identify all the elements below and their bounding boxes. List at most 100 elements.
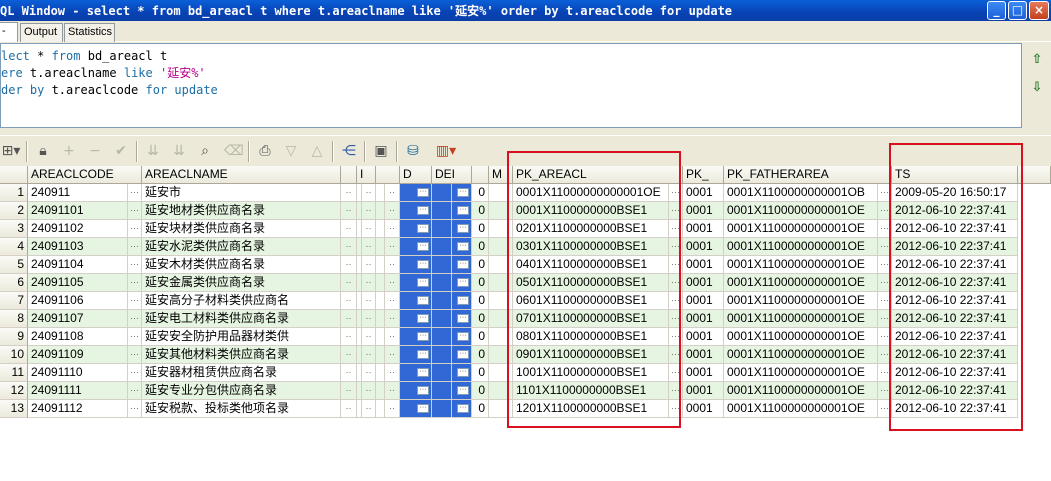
cell-ellipsis-button[interactable]: ·· <box>362 220 376 238</box>
cell-pk-fatherarea[interactable]: 0001X1100000000001OB <box>724 184 878 202</box>
cell-ellipsis-button[interactable]: ·· <box>341 274 357 292</box>
cell-ellipsis-button[interactable]: ·· <box>385 202 400 220</box>
row-number[interactable]: 13 <box>0 400 28 418</box>
cell-pk-fatherarea[interactable]: 0001X1100000000001OE <box>724 256 878 274</box>
cell-edit-button[interactable]: ··· <box>457 404 469 413</box>
cell-ellipsis-button[interactable]: ·· <box>362 202 376 220</box>
move-down-icon[interactable]: ⇩ <box>1030 81 1044 95</box>
cell-edit-button[interactable]: ··· <box>417 332 429 341</box>
cell-areaclcode[interactable]: 24091111 <box>28 382 128 400</box>
cell-ellipsis-button[interactable]: ··· <box>128 274 142 292</box>
cell-edit-button[interactable]: ··· <box>417 368 429 377</box>
cell-blank[interactable] <box>489 400 513 418</box>
cell-pk-areacl[interactable]: 0801X1100000000BSE1 <box>513 328 669 346</box>
cell-areaclcode[interactable]: 24091104 <box>28 256 128 274</box>
cell-ts[interactable]: 2012-06-10 22:37:41 <box>892 310 1018 328</box>
down-double-icon[interactable]: ⇊ <box>170 142 188 160</box>
cell-areaclcode[interactable]: 24091109 <box>28 346 128 364</box>
cell-m[interactable]: 0 <box>472 292 489 310</box>
cell-ellipsis-button[interactable]: ··· <box>878 346 892 364</box>
cell-ellipsis-button[interactable]: ··· <box>878 364 892 382</box>
cell-dei[interactable] <box>432 238 452 256</box>
cell-areaclcode[interactable]: 24091102 <box>28 220 128 238</box>
cell-blank[interactable] <box>376 382 385 400</box>
cell-edit-button[interactable]: ··· <box>417 206 429 215</box>
cell-blank[interactable] <box>489 328 513 346</box>
cell-ellipsis-button[interactable]: ··· <box>128 364 142 382</box>
row-number[interactable]: 11 <box>0 364 28 382</box>
cell-pk-areacl[interactable]: 0501X1100000000BSE1 <box>513 274 669 292</box>
cell-areaclname[interactable]: 延安水泥类供应商名录 <box>142 238 341 256</box>
row-number[interactable]: 6 <box>0 274 28 292</box>
cell-d[interactable]: ··· <box>400 364 432 382</box>
cell-pk-fatherarea[interactable]: 0001X1100000000001OE <box>724 220 878 238</box>
cell-ellipsis-button[interactable]: ·· <box>385 364 400 382</box>
cell-pk[interactable]: 0001 <box>683 274 724 292</box>
cell-pk-fatherarea[interactable]: 0001X1100000000001OE <box>724 400 878 418</box>
cell-ellipsis-button[interactable]: ··· <box>669 346 683 364</box>
col-header-d[interactable]: D <box>400 166 432 184</box>
row-number[interactable]: 12 <box>0 382 28 400</box>
up-arrow-icon[interactable]: △ <box>308 142 326 160</box>
cell-dei-button[interactable]: ··· <box>452 292 472 310</box>
cell-ellipsis-button[interactable]: ··· <box>878 256 892 274</box>
cell-ellipsis-button[interactable]: ·· <box>341 202 357 220</box>
cell-edit-button[interactable]: ··· <box>457 386 469 395</box>
cell-areaclname[interactable]: 延安木材类供应商名录 <box>142 256 341 274</box>
row-number[interactable]: 5 <box>0 256 28 274</box>
cell-areaclname[interactable]: 延安专业分包供应商名录 <box>142 382 341 400</box>
cell-ellipsis-button[interactable]: ·· <box>341 346 357 364</box>
cell-pk-fatherarea[interactable]: 0001X1100000000001OE <box>724 274 878 292</box>
cell-ts[interactable]: 2012-06-10 22:37:41 <box>892 382 1018 400</box>
cell-areaclcode[interactable]: 24091107 <box>28 310 128 328</box>
cell-areaclcode[interactable]: 24091112 <box>28 400 128 418</box>
cell-ellipsis-button[interactable]: ·· <box>362 256 376 274</box>
cell-ellipsis-button[interactable]: ·· <box>385 292 400 310</box>
col-header-blank3[interactable] <box>472 166 489 184</box>
cell-ellipsis-button[interactable]: ··· <box>669 220 683 238</box>
cell-m[interactable]: 0 <box>472 256 489 274</box>
cell-areaclcode[interactable]: 24091108 <box>28 328 128 346</box>
cell-pk-areacl[interactable]: 0001X1100000000BSE1 <box>513 202 669 220</box>
table-row[interactable]: 4 24091103 ··· 延安水泥类供应商名录 ·· ·· ·· ··· ··· 0 0301X… <box>0 238 1051 256</box>
cell-pk[interactable]: 0001 <box>683 220 724 238</box>
cell-dei[interactable] <box>432 292 452 310</box>
cell-areaclcode[interactable]: 240911 <box>28 184 128 202</box>
cell-ellipsis-button[interactable]: ·· <box>385 238 400 256</box>
col-header-blank2[interactable] <box>376 166 400 184</box>
cell-ellipsis-button[interactable]: ·· <box>341 328 357 346</box>
cell-edit-button[interactable]: ··· <box>417 314 429 323</box>
header-corner[interactable] <box>0 166 28 184</box>
cell-dei-button[interactable]: ··· <box>452 220 472 238</box>
cell-d[interactable]: ··· <box>400 256 432 274</box>
cell-blank[interactable] <box>376 184 385 202</box>
cell-areaclname[interactable]: 延安块材类供应商名录 <box>142 220 341 238</box>
cell-areaclname[interactable]: 延安安全防护用品器材类供 <box>142 328 341 346</box>
plus-icon[interactable]: + <box>60 142 78 160</box>
cell-pk-areacl[interactable]: 0301X1100000000BSE1 <box>513 238 669 256</box>
down-arrow-icon[interactable]: ▽ <box>282 142 300 160</box>
cell-areaclname[interactable]: 延安金属类供应商名录 <box>142 274 341 292</box>
table-row[interactable]: 7 24091106 ··· 延安高分子材料类供应商名 ·· ·· ·· ··· ··· 0 060… <box>0 292 1051 310</box>
cell-ellipsis-button[interactable]: ··· <box>128 184 142 202</box>
cell-pk[interactable]: 0001 <box>683 400 724 418</box>
table-row[interactable]: 9 24091108 ··· 延安安全防护用品器材类供 ·· ·· ·· ··· ··· 0 080… <box>0 328 1051 346</box>
cell-d[interactable]: ··· <box>400 382 432 400</box>
tab-output[interactable]: Output <box>20 23 63 42</box>
cell-ellipsis-button[interactable]: ·· <box>341 184 357 202</box>
cell-edit-button[interactable]: ··· <box>417 224 429 233</box>
row-number[interactable]: 7 <box>0 292 28 310</box>
cell-m[interactable]: 0 <box>472 220 489 238</box>
cell-ellipsis-button[interactable]: ··· <box>878 310 892 328</box>
col-header-areaclname[interactable]: AREACLNAME <box>142 166 341 184</box>
cell-ts[interactable]: 2009-05-20 16:50:17 <box>892 184 1018 202</box>
cell-dei[interactable] <box>432 256 452 274</box>
cell-edit-button[interactable]: ··· <box>457 278 469 287</box>
cell-m[interactable]: 0 <box>472 382 489 400</box>
cell-pk-areacl[interactable]: 1001X1100000000BSE1 <box>513 364 669 382</box>
eraser-icon[interactable]: ⌫ <box>224 142 244 160</box>
tab-sql[interactable]: - <box>0 22 18 42</box>
cell-ellipsis-button[interactable]: ··· <box>669 184 683 202</box>
cell-m[interactable]: 0 <box>472 400 489 418</box>
cell-ts[interactable]: 2012-06-10 22:37:41 <box>892 220 1018 238</box>
